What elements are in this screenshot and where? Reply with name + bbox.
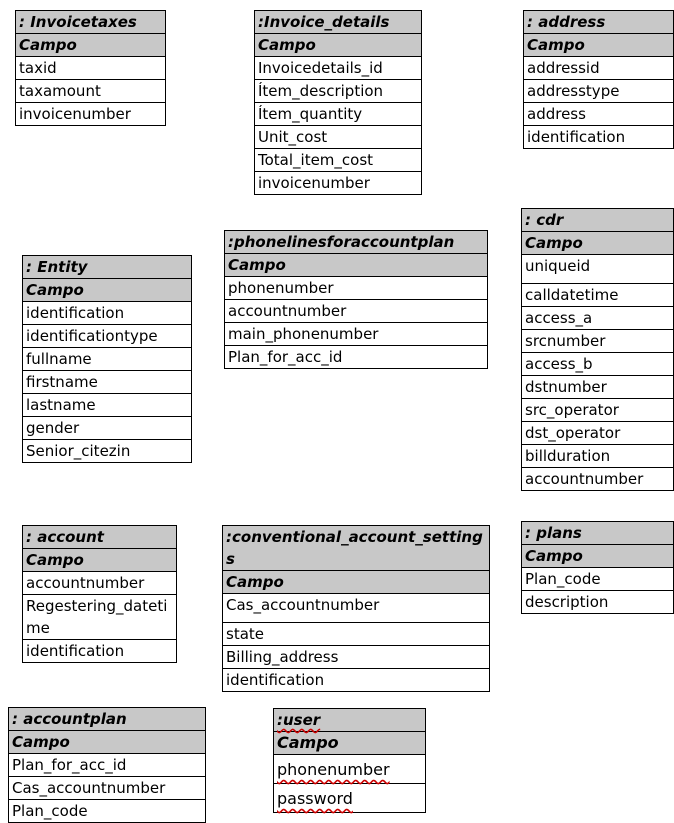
- column-header: Campo: [22, 548, 177, 572]
- column-header: Campo: [22, 278, 192, 302]
- field-accountnumber: accountnumber: [224, 299, 488, 323]
- field-phonenumber: phonenumber: [273, 754, 426, 784]
- field-invoicenumber: invoicenumber: [15, 102, 166, 126]
- table-conventional-account-settings: :conventional_account_settings Campo Cas…: [222, 525, 490, 692]
- field-plan-for-acc-id: Plan_for_acc_id: [224, 345, 488, 369]
- field-gender: gender: [22, 416, 192, 440]
- table-title: :conventional_account_settings: [222, 525, 490, 571]
- table-invoicetaxes: : Invoicetaxes Campo taxid taxamount inv…: [15, 10, 166, 126]
- column-header: Campo: [224, 253, 488, 277]
- field-invoicenumber: invoicenumber: [254, 171, 422, 195]
- column-header: Campo: [222, 570, 490, 594]
- field-plan-for-acc-id: Plan_for_acc_id: [8, 753, 206, 777]
- field-cas-accountnumber: Cas_accountnumber: [8, 776, 206, 800]
- table-address: : address Campo addressid addresstype ad…: [523, 10, 674, 149]
- column-header: Campo: [254, 33, 422, 57]
- field-identification: identification: [222, 668, 490, 692]
- field-total-item-cost: Total_item_cost: [254, 148, 422, 172]
- field-access-a: access_a: [521, 306, 674, 330]
- field-password: password: [273, 783, 426, 813]
- field-taxamount: taxamount: [15, 79, 166, 103]
- field-firstname: firstname: [22, 370, 192, 394]
- field-regestering-datetime: Regestering_datetime: [22, 594, 177, 640]
- field-identification: identification: [22, 639, 177, 663]
- field-srcnumber: srcnumber: [521, 329, 674, 353]
- table-title: : account: [22, 525, 177, 549]
- table-title: : plans: [521, 521, 674, 545]
- table-title: :phonelinesforaccountplan: [224, 230, 488, 254]
- table-title: :Invoice_details: [254, 10, 422, 34]
- field-dstnumber: dstnumber: [521, 375, 674, 399]
- table-title: : Invoicetaxes: [15, 10, 166, 34]
- field-identification: identification: [523, 125, 674, 149]
- table-entity: : Entity Campo identification identifica…: [22, 255, 192, 463]
- field-identificationtype: identificationtype: [22, 324, 192, 348]
- field-identification: identification: [22, 301, 192, 325]
- table-title: : accountplan: [8, 707, 206, 731]
- table-invoice-details: :Invoice_details Campo Invoicedetails_id…: [254, 10, 422, 195]
- field-unit-cost: Unit_cost: [254, 125, 422, 149]
- field-access-b: access_b: [521, 352, 674, 376]
- field-plan-code: Plan_code: [8, 799, 206, 823]
- column-header: Campo: [521, 544, 674, 568]
- column-header: Campo: [15, 33, 166, 57]
- column-header: Campo: [8, 730, 206, 754]
- field-accountnumber: accountnumber: [521, 467, 674, 491]
- field-senior-citezin: Senior_citezin: [22, 439, 192, 463]
- field-state: state: [222, 622, 490, 646]
- field-billduration: billduration: [521, 444, 674, 468]
- field-main-phonenumber: main_phonenumber: [224, 322, 488, 346]
- table-phonelinesforaccountplan: :phonelinesforaccountplan Campo phonenum…: [224, 230, 488, 369]
- field-uniqueid: uniqueid: [521, 254, 674, 284]
- field-accountnumber: accountnumber: [22, 571, 177, 595]
- table-title: : address: [523, 10, 674, 34]
- table-cdr: : cdr Campo uniqueid calldatetime access…: [521, 208, 674, 491]
- table-title: : Entity: [22, 255, 192, 279]
- field-item-description: Ítem_description: [254, 79, 422, 103]
- column-header: Campo: [523, 33, 674, 57]
- field-address: address: [523, 102, 674, 126]
- field-phonenumber: phonenumber: [224, 276, 488, 300]
- table-title: : cdr: [521, 208, 674, 232]
- field-billing-address: Billing_address: [222, 645, 490, 669]
- field-addressid: addressid: [523, 56, 674, 80]
- field-cas-accountnumber: Cas_accountnumber: [222, 593, 490, 623]
- field-lastname: lastname: [22, 393, 192, 417]
- field-dst-operator: dst_operator: [521, 421, 674, 445]
- column-header: Campo: [521, 231, 674, 255]
- field-item-quantity: Ítem_quantity: [254, 102, 422, 126]
- field-src-operator: src_operator: [521, 398, 674, 422]
- table-accountplan: : accountplan Campo Plan_for_acc_id Cas_…: [8, 707, 206, 823]
- table-user: :user Campo phonenumber password: [273, 708, 426, 813]
- table-plans: : plans Campo Plan_code description: [521, 521, 674, 614]
- field-plan-code: Plan_code: [521, 567, 674, 591]
- field-description: description: [521, 590, 674, 614]
- table-title: :user: [273, 708, 426, 732]
- table-account: : account Campo accountnumber Regesterin…: [22, 525, 177, 663]
- field-invoicedetails-id: Invoicedetails_id: [254, 56, 422, 80]
- field-taxid: taxid: [15, 56, 166, 80]
- column-header: Campo: [273, 731, 426, 755]
- field-calldatetime: calldatetime: [521, 283, 674, 307]
- field-fullname: fullname: [22, 347, 192, 371]
- field-addresstype: addresstype: [523, 79, 674, 103]
